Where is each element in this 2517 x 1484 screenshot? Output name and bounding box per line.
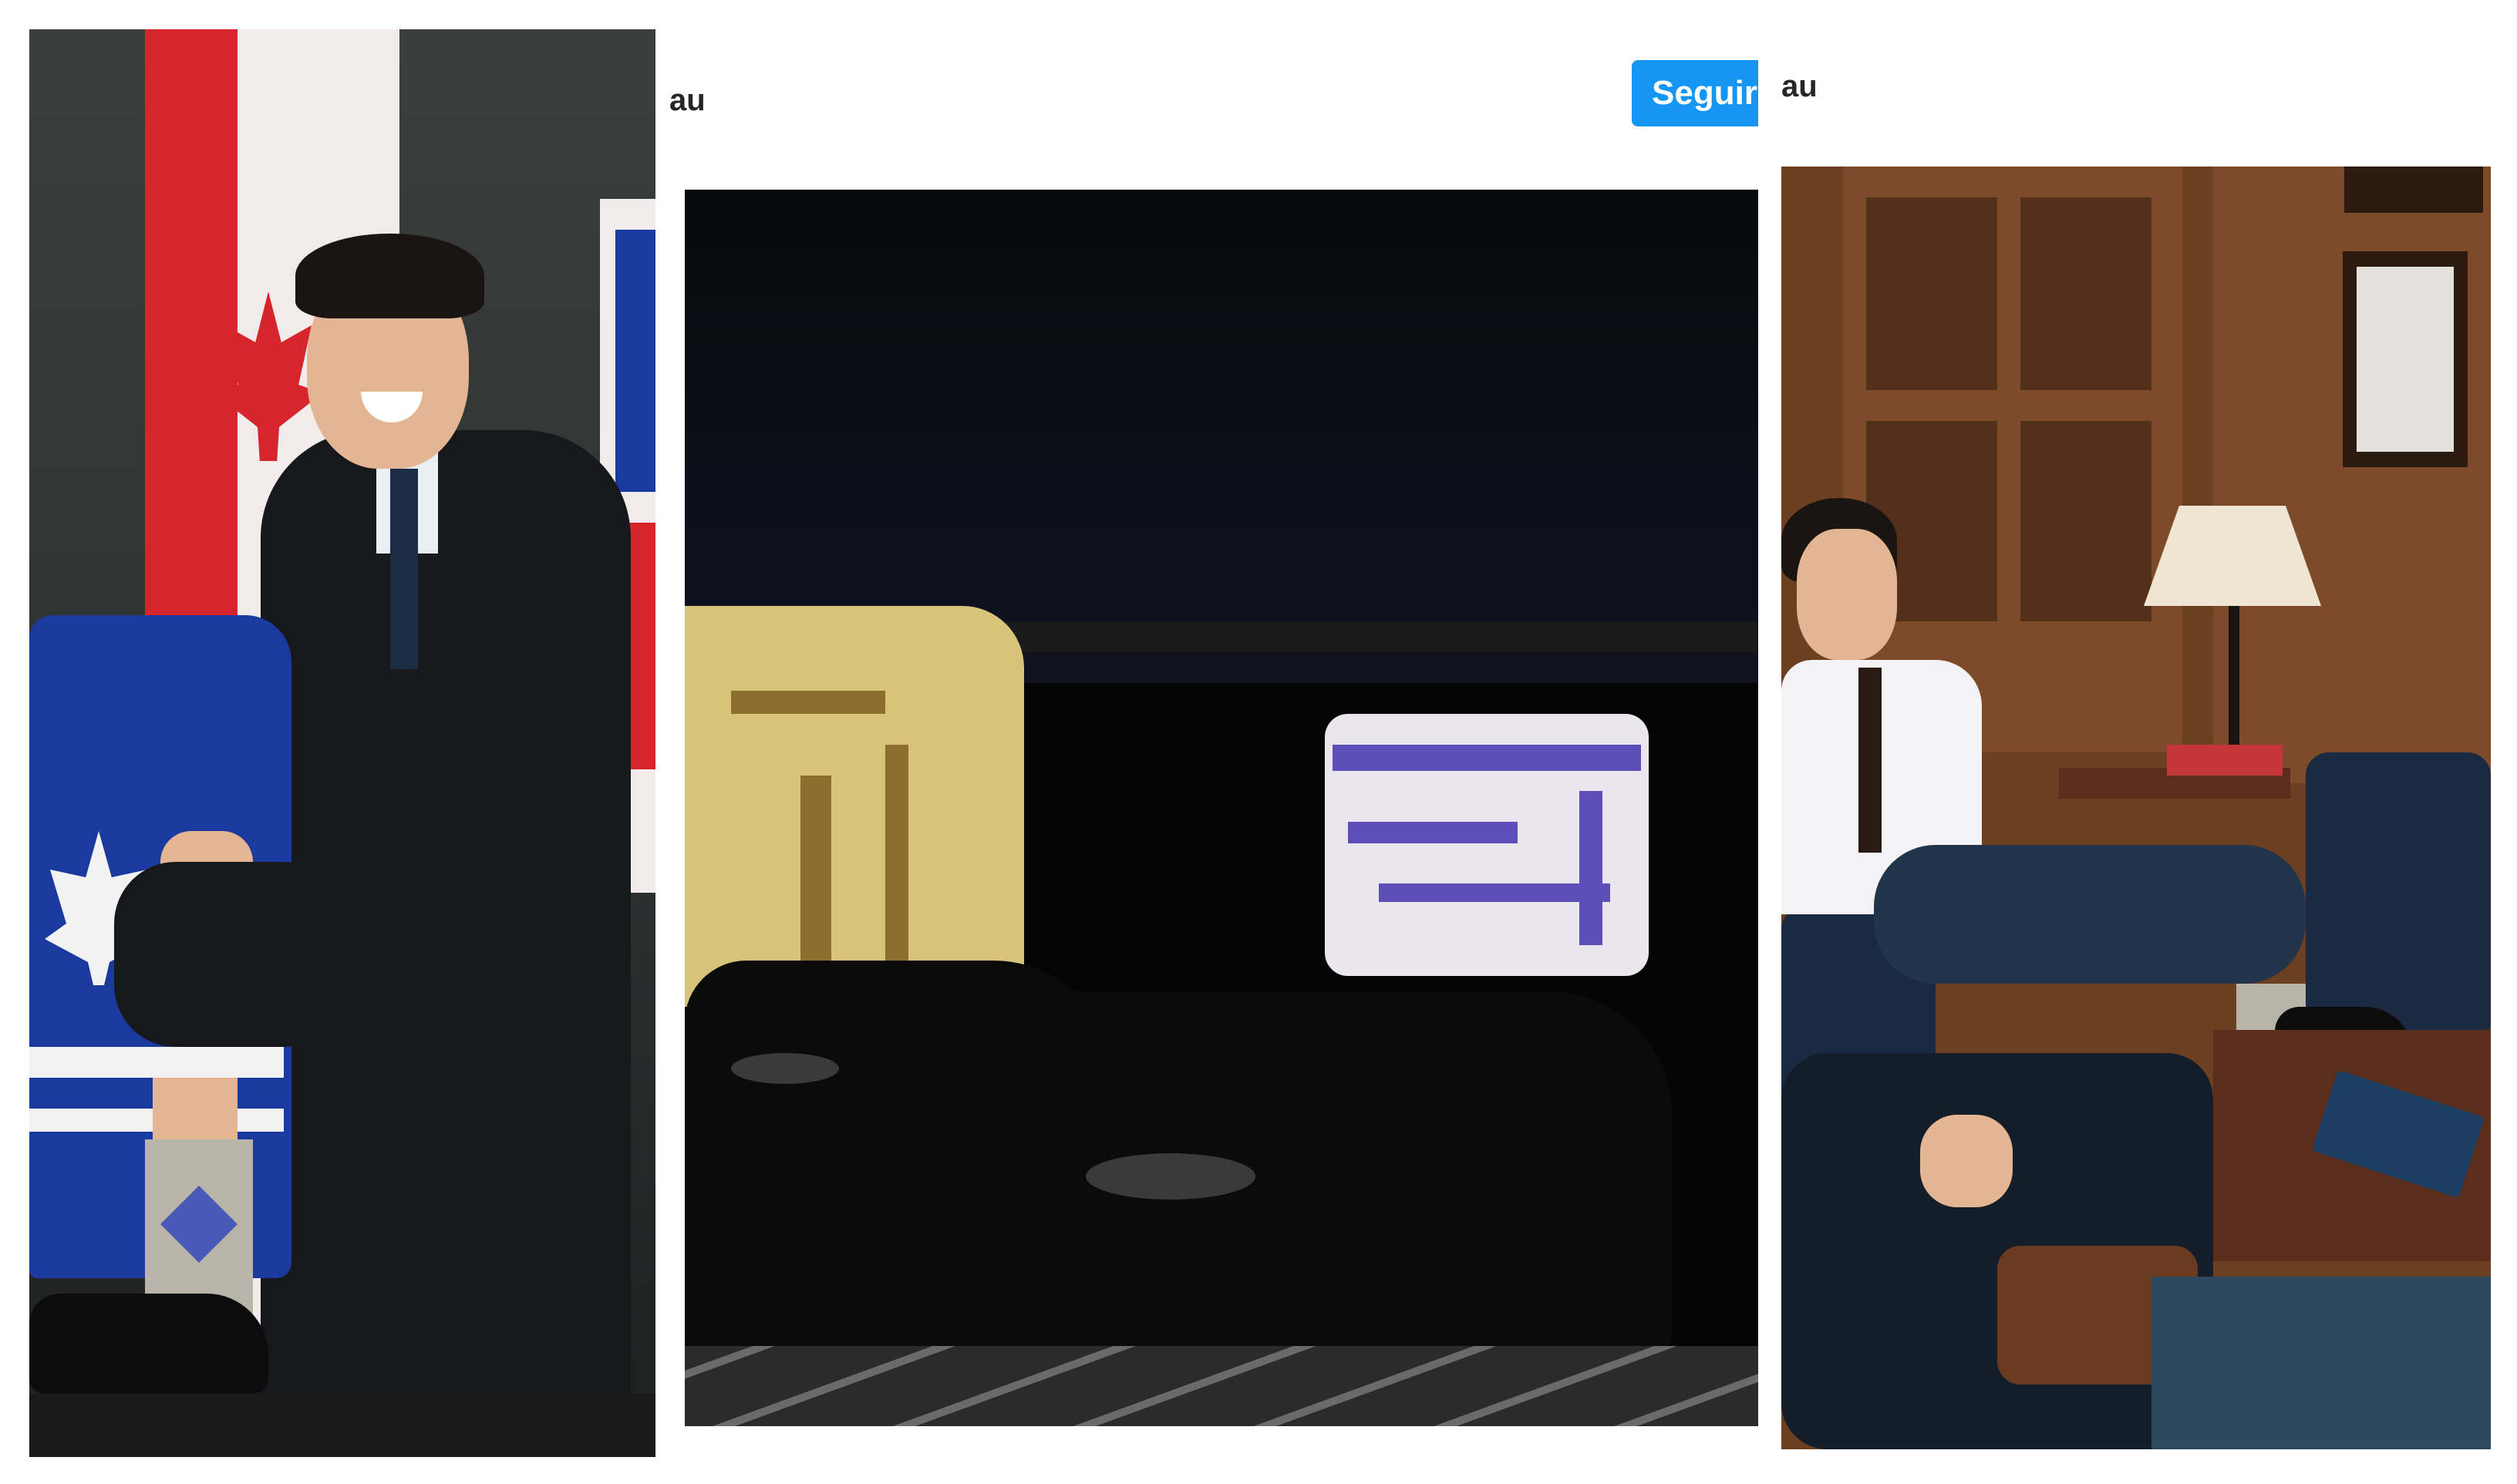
sock-detail bbox=[731, 691, 885, 714]
person-face bbox=[1797, 529, 1897, 660]
leather-armchair bbox=[2306, 752, 2491, 1045]
framed-photo-inner bbox=[2357, 267, 2454, 452]
account-name[interactable]: au bbox=[1781, 69, 1818, 104]
necktie bbox=[1858, 668, 1882, 853]
person-hair bbox=[295, 234, 484, 318]
floor bbox=[29, 1394, 655, 1457]
c3po-sock bbox=[685, 606, 1024, 1007]
account-name[interactable]: au bbox=[669, 83, 706, 118]
r2d2-stripe bbox=[1379, 883, 1610, 902]
hand bbox=[1920, 1115, 2013, 1207]
toronto-flag-blue bbox=[615, 230, 655, 492]
instagram-post-panel-3: au bbox=[1772, 29, 2517, 1457]
necktie bbox=[390, 469, 418, 669]
crossed-legs bbox=[1874, 845, 2306, 984]
instagram-post-panel-2: au Seguir bbox=[669, 29, 1758, 1457]
carpet bbox=[685, 1346, 1758, 1426]
sock-detail bbox=[885, 745, 908, 976]
right-dress-shoe bbox=[978, 991, 1672, 1361]
rug bbox=[2151, 1277, 2491, 1449]
r2d2-stripe bbox=[1333, 745, 1641, 771]
jersey-stripe bbox=[29, 1047, 284, 1078]
books bbox=[2167, 745, 2283, 776]
shoe-shine bbox=[1086, 1153, 1255, 1200]
shoe-shine bbox=[731, 1053, 839, 1084]
framed-photo-top bbox=[2344, 167, 2483, 213]
socks-photo bbox=[685, 190, 1758, 1426]
door-panel bbox=[1866, 197, 1997, 390]
follow-button[interactable]: Seguir bbox=[1632, 60, 1758, 126]
r2d2-stripe bbox=[1348, 822, 1518, 843]
door-panel bbox=[2020, 421, 2151, 621]
dress-shoe bbox=[29, 1294, 268, 1394]
r2d2-stripe bbox=[1579, 791, 1602, 945]
ankle bbox=[153, 1078, 238, 1147]
sock-detail bbox=[800, 776, 831, 976]
door-panel bbox=[2020, 197, 2151, 390]
raised-leg bbox=[114, 862, 345, 1047]
office-meeting-photo bbox=[1781, 167, 2491, 1449]
photo-panel-1 bbox=[29, 29, 655, 1457]
